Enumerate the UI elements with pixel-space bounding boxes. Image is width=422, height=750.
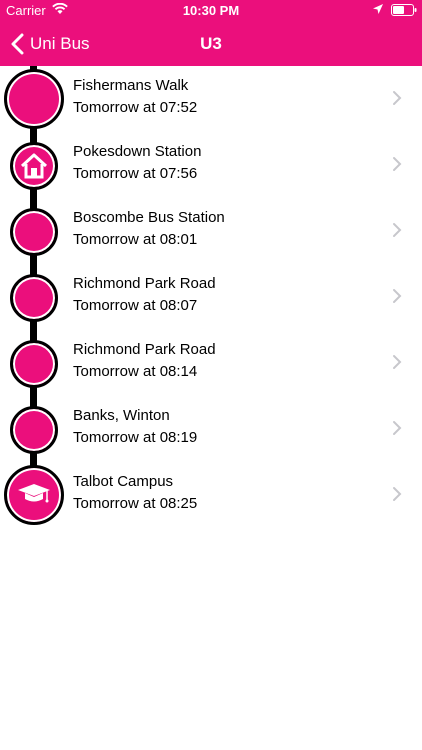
chevron-right-icon	[393, 157, 402, 171]
nav-bar: Uni Bus U3	[0, 22, 422, 66]
stop-circle-icon	[10, 208, 58, 256]
stop-circle-icon	[10, 274, 58, 322]
graduation-cap-icon	[4, 465, 64, 525]
stop-time: Tomorrow at 07:56	[73, 165, 198, 182]
stop-circle-icon	[10, 406, 58, 454]
chevron-right-icon	[393, 421, 402, 435]
stop-time: Tomorrow at 08:25	[73, 495, 198, 512]
list-item[interactable]: Boscombe Bus Station Tomorrow at 08:01	[0, 198, 422, 264]
chevron-right-icon	[393, 91, 402, 105]
chevron-right-icon	[393, 289, 402, 303]
stop-name: Richmond Park Road	[73, 275, 216, 292]
status-time: 10:30 PM	[182, 3, 240, 18]
battery-icon	[391, 4, 417, 16]
page-title: U3	[200, 34, 222, 53]
home-icon	[10, 142, 58, 190]
header: Carrier 10:30 PM Uni Bus U3	[0, 0, 422, 66]
chevron-right-icon	[393, 223, 402, 237]
stop-name: Boscombe Bus Station	[73, 209, 225, 226]
list-item[interactable]: Richmond Park Road Tomorrow at 08:07	[0, 264, 422, 330]
stop-name: Talbot Campus	[73, 473, 174, 490]
stop-time: Tomorrow at 08:01	[73, 231, 198, 248]
list-item[interactable]: Banks, Winton Tomorrow at 08:19	[0, 396, 422, 462]
list-item[interactable]: Fishermans Walk Tomorrow at 07:52	[0, 66, 422, 132]
stop-time: Tomorrow at 07:52	[73, 99, 198, 116]
stop-circle-icon	[10, 340, 58, 388]
status-bar: Carrier 10:30 PM	[0, 0, 422, 22]
stop-name: Richmond Park Road	[73, 341, 216, 358]
list-item[interactable]: Richmond Park Road Tomorrow at 08:14	[0, 330, 422, 396]
chevron-right-icon	[393, 487, 402, 501]
stop-time: Tomorrow at 08:07	[73, 297, 198, 314]
stop-circle-icon	[4, 69, 64, 129]
list-item[interactable]: Pokesdown Station Tomorrow at 07:56	[0, 132, 422, 198]
stop-name: Banks, Winton	[73, 407, 170, 424]
stop-name: Fishermans Walk	[73, 77, 189, 94]
list-item[interactable]: Talbot Campus Tomorrow at 08:25	[0, 462, 422, 528]
stop-time: Tomorrow at 08:19	[73, 429, 198, 446]
stop-list: Fishermans Walk Tomorrow at 07:52 Pokesd…	[0, 66, 422, 528]
stop-name: Pokesdown Station	[73, 143, 202, 160]
stop-time: Tomorrow at 08:14	[73, 363, 198, 380]
location-arrow-icon	[373, 4, 383, 14]
chevron-right-icon	[393, 355, 402, 369]
